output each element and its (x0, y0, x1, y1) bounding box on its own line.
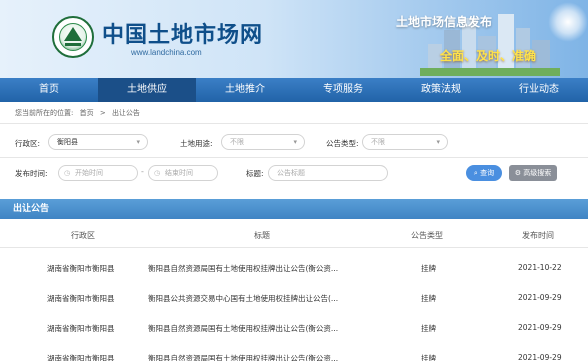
title-label: 标题: (246, 169, 264, 178)
main-nav: 首页 土地供应 土地推介 专项服务 政策法规 行业动态 (0, 78, 588, 102)
end-date-input[interactable]: ◷ 结束时间 (148, 165, 218, 181)
search-button[interactable]: ⌕ 查询 (466, 165, 502, 181)
row-region: 湖南省衡阳市衡阳县 (47, 354, 115, 361)
nav-item-policies[interactable]: 政策法规 (392, 78, 490, 102)
advanced-search-button[interactable]: ⚙ 高级搜索 (509, 165, 557, 181)
divider (0, 123, 588, 124)
nav-item-land-supply[interactable]: 土地供应 (98, 78, 196, 102)
table-header-type: 公告类型 (411, 231, 443, 240)
chevron-down-icon: ▾ (136, 138, 140, 146)
logo-base-icon (65, 43, 81, 46)
calendar-icon: ◷ (154, 169, 161, 177)
sun-glow (548, 2, 588, 42)
nav-item-special-services[interactable]: 专项服务 (294, 78, 392, 102)
breadcrumb-current: 出让公告 (111, 109, 140, 117)
row-title-link[interactable]: 衡阳县公共资源交易中心国有土地使用权挂牌出让公告(... (148, 293, 338, 304)
breadcrumb: 您当前所在的位置: 首页 > 出让公告 (15, 108, 144, 118)
land-use-select-value: 不限 (230, 138, 244, 146)
breadcrumb-separator: > (99, 109, 106, 117)
table-row[interactable]: 湖南省衡阳市衡阳县 衡阳县公共资源交易中心国有土地使用权挂牌出让公告(... 挂… (0, 283, 588, 312)
row-title-link[interactable]: 衡阳县自然资源局国有土地使用权挂牌出让公告(衡公资... (148, 263, 338, 274)
divider (0, 157, 588, 158)
site-header: 中国土地市场网 www.landchina.com 土地市场信息发布 全面、及时… (0, 0, 588, 78)
row-date: 2021-09-29 (518, 293, 562, 302)
site-url: www.landchina.com (131, 48, 202, 57)
table-header-title: 标题 (254, 231, 270, 240)
search-icon: ⌕ (473, 169, 478, 177)
chevron-down-icon: ▾ (436, 138, 440, 146)
row-date: 2021-10-22 (518, 263, 562, 272)
row-title-link[interactable]: 衡阳县自然资源局国有土地使用权挂牌出让公告(衡公资... (148, 323, 338, 334)
row-type: 挂牌 (421, 264, 436, 273)
breadcrumb-home-link[interactable]: 首页 (80, 109, 94, 117)
slogan-tags: 全面、及时、准确 (440, 49, 537, 63)
row-region: 湖南省衡阳市衡阳县 (47, 294, 115, 303)
divider (0, 247, 588, 248)
notice-type-label: 公告类型: (326, 139, 359, 148)
region-label: 行政区: (15, 139, 41, 148)
publish-time-label: 发布时间: (15, 169, 48, 178)
date-range-dash: - (141, 167, 144, 176)
row-region: 湖南省衡阳市衡阳县 (47, 324, 115, 333)
row-date: 2021-09-29 (518, 323, 562, 332)
start-date-placeholder: 开始时间 (75, 169, 103, 177)
advanced-search-icon: ⚙ (514, 169, 522, 177)
chevron-down-icon: ▾ (293, 138, 297, 146)
table-row[interactable]: 湖南省衡阳市衡阳县 衡阳县自然资源局国有土地使用权挂牌出让公告(衡公资... 挂… (0, 343, 588, 361)
land-use-select[interactable]: 不限 ▾ (221, 134, 305, 150)
calendar-icon: ◷ (64, 169, 71, 177)
notice-type-select-value: 不限 (371, 138, 385, 146)
table-header-region: 行政区 (71, 231, 95, 240)
advanced-search-label: 高级搜索 (523, 169, 552, 177)
row-title-link[interactable]: 衡阳县自然资源局国有土地使用权挂牌出让公告(衡公资... (148, 353, 338, 361)
breadcrumb-prefix: 您当前所在的位置: (15, 109, 74, 117)
region-select[interactable]: 衡阳县 ▾ (48, 134, 148, 150)
logo-mountain-icon (64, 27, 82, 41)
land-use-label: 土地用途: (180, 139, 213, 148)
slogan-title: 土地市场信息发布 (396, 15, 493, 29)
row-date: 2021-09-29 (518, 353, 562, 361)
row-region: 湖南省衡阳市衡阳县 (47, 264, 115, 273)
section-header: 出让公告 (0, 199, 588, 219)
row-type: 挂牌 (421, 354, 436, 361)
site-title: 中国土地市场网 (102, 23, 264, 48)
nav-item-home[interactable]: 首页 (0, 78, 98, 102)
site-logo[interactable] (52, 16, 94, 58)
table-header-date: 发布时间 (522, 231, 554, 240)
table-row[interactable]: 湖南省衡阳市衡阳县 衡阳县自然资源局国有土地使用权挂牌出让公告(衡公资... 挂… (0, 253, 588, 282)
search-button-label: 查询 (480, 169, 495, 177)
end-date-placeholder: 结束时间 (165, 169, 193, 177)
region-select-value: 衡阳县 (57, 138, 78, 146)
nav-item-industry-news[interactable]: 行业动态 (490, 78, 588, 102)
section-title: 出让公告 (13, 204, 50, 214)
row-type: 挂牌 (421, 324, 436, 333)
title-input[interactable]: 公告标题 (268, 165, 388, 181)
start-date-input[interactable]: ◷ 开始时间 (58, 165, 138, 181)
row-type: 挂牌 (421, 294, 436, 303)
nav-item-land-promotion[interactable]: 土地推介 (196, 78, 294, 102)
notice-type-select[interactable]: 不限 ▾ (362, 134, 448, 150)
table-row[interactable]: 湖南省衡阳市衡阳县 衡阳县自然资源局国有土地使用权挂牌出让公告(衡公资... 挂… (0, 313, 588, 342)
title-input-placeholder: 公告标题 (277, 169, 305, 177)
